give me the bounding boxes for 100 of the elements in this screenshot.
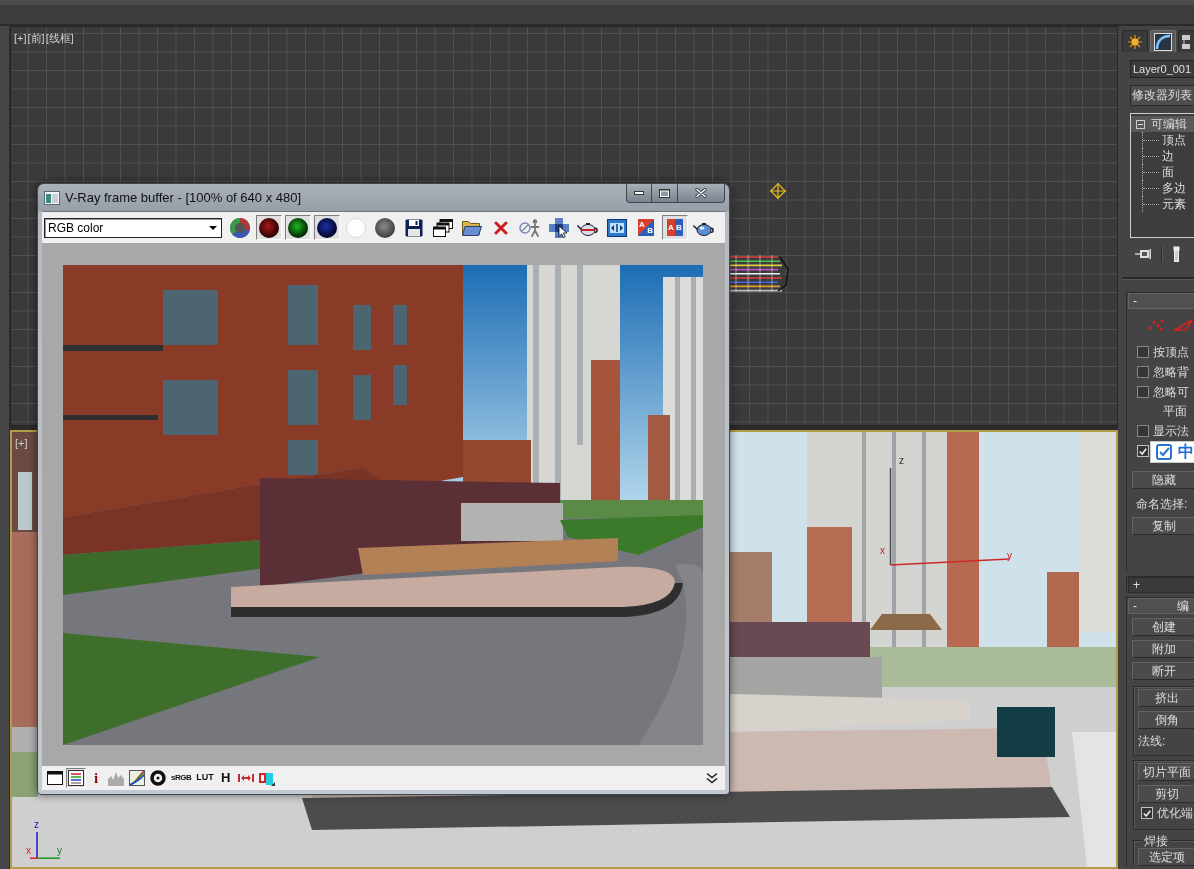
region-button[interactable] — [546, 215, 572, 240]
axis-tripod — [29, 831, 61, 860]
save-icon — [405, 218, 423, 237]
close-button[interactable] — [678, 184, 725, 203]
window-title: V-Ray frame buffer - [100% of 640 x 480] — [65, 188, 302, 207]
channel-button[interactable] — [372, 215, 398, 240]
modifier-stack-item[interactable]: 多边 — [1142, 180, 1194, 196]
viewport-menu-label[interactable]: [前] — [27, 32, 45, 45]
viewport-menu-label[interactable]: [+] — [15, 437, 28, 450]
checkbox[interactable] — [1137, 445, 1149, 457]
ime-language-label[interactable]: 中 — [1178, 443, 1194, 461]
hierarchy-icon — [1181, 33, 1191, 50]
command-button[interactable]: 倒角 — [1138, 711, 1194, 729]
double-chevron-icon — [706, 772, 718, 784]
channel-button[interactable] — [256, 215, 282, 240]
checkbox-label[interactable]: 优化端 — [1157, 805, 1193, 821]
info-button[interactable]: i — [87, 768, 105, 788]
modifier-list-dropdown[interactable]: 修改器列表 — [1130, 85, 1194, 106]
channel-button[interactable] — [314, 215, 340, 240]
sphere-icon — [288, 217, 308, 238]
color-space-button[interactable]: sRGB — [169, 768, 194, 788]
close-icon — [695, 188, 707, 198]
region-cursor-icon — [549, 217, 569, 238]
compare-button[interactable]: A B — [662, 215, 688, 240]
rollout-header[interactable]: - — [1128, 293, 1194, 309]
crosshair-icon — [770, 183, 786, 199]
command-button[interactable]: 复制 — [1132, 517, 1194, 535]
command-button[interactable]: 断开 — [1132, 662, 1194, 680]
minimize-button[interactable] — [626, 184, 652, 203]
pin-icon[interactable] — [1135, 248, 1151, 259]
history-button[interactable]: H — [216, 768, 235, 788]
curve-button[interactable] — [127, 768, 147, 788]
command-button[interactable]: 挤出 — [1138, 689, 1194, 707]
wireframe-object-drawing — [730, 255, 790, 292]
modifier-stack-item[interactable]: 面 — [1142, 164, 1194, 180]
curve-icon — [1154, 32, 1172, 51]
viewport-menu-label[interactable]: [线框] — [45, 32, 74, 45]
ime-mode-icon — [1156, 444, 1172, 460]
checkbox-label[interactable]: 忽略可 — [1153, 384, 1189, 400]
modifier-stack-item[interactable]: 可编辑 — [1131, 116, 1194, 132]
sphere-icon — [259, 217, 279, 238]
rollout-header[interactable]: - 编 — [1128, 598, 1194, 614]
field-label: 法线: — [1138, 733, 1167, 749]
command-button[interactable]: 附加 — [1132, 640, 1194, 658]
lut-button[interactable]: LUT — [194, 768, 216, 788]
caret-icon — [209, 225, 217, 230]
channel-button[interactable] — [285, 215, 311, 240]
command-button[interactable]: 隐藏 — [1132, 471, 1194, 489]
checkmark-icon — [1139, 447, 1147, 455]
field-label: 平面 — [1162, 403, 1188, 420]
command-tab[interactable] — [1150, 30, 1176, 52]
list-button[interactable] — [66, 768, 86, 788]
sun-icon — [1128, 34, 1142, 49]
command-button[interactable]: 切片平面 — [1138, 763, 1194, 781]
lawn-edge-drawing — [12, 727, 38, 797]
app-icon — [44, 190, 60, 205]
checkbox-label[interactable]: 忽略背 — [1153, 364, 1189, 380]
command-button[interactable]: 创建 — [1132, 618, 1194, 636]
command-button[interactable]: 剪切 — [1138, 785, 1194, 803]
curve-icon — [129, 770, 145, 786]
checkbox[interactable] — [1141, 807, 1153, 819]
ring-button[interactable] — [148, 768, 168, 788]
histogram-icon — [108, 770, 124, 786]
field-label: 命名选择: — [1135, 496, 1189, 512]
checkbox-label[interactable]: 显示法 — [1153, 423, 1189, 439]
axis-label: y — [1007, 550, 1012, 561]
vertex-dots-icon[interactable] — [1148, 319, 1164, 331]
window-button[interactable] — [45, 768, 65, 788]
collapse-icon[interactable] — [1136, 119, 1145, 129]
checkbox-label[interactable]: 按顶点 — [1153, 344, 1189, 360]
modifier-stack-item[interactable]: 顶点 — [1142, 132, 1194, 148]
command-tab[interactable] — [1178, 30, 1194, 52]
channel-button[interactable] — [227, 215, 253, 240]
channel-dropdown[interactable]: RGB color — [44, 217, 222, 238]
modifier-stack-item[interactable]: 元素 — [1142, 196, 1194, 212]
ring-icon — [150, 770, 166, 786]
modifier-stack-item[interactable]: 边 — [1142, 148, 1194, 164]
maximize-button[interactable] — [652, 184, 678, 203]
split-arrows-icon — [607, 218, 627, 237]
checkbox[interactable] — [1137, 346, 1149, 358]
checkmark-icon — [1143, 809, 1151, 817]
rollout-header[interactable]: + — [1128, 577, 1194, 593]
cylinder-icon[interactable] — [1173, 245, 1180, 262]
checkbox[interactable] — [1137, 425, 1149, 437]
ime-indicator[interactable]: 中 — [1150, 441, 1194, 463]
axis-label: z — [34, 819, 39, 830]
sphere-icon — [317, 217, 337, 238]
windows-icon — [433, 218, 453, 237]
cross-icon — [494, 220, 508, 235]
maximize-icon — [659, 188, 670, 198]
axis-label: x — [880, 545, 885, 556]
axis-label: y — [57, 845, 62, 856]
checkbox[interactable] — [1137, 366, 1149, 378]
axis-label: x — [26, 845, 31, 856]
checkbox[interactable] — [1137, 386, 1149, 398]
object-name-field[interactable]: Layer0_001 — [1130, 60, 1194, 78]
group-title: 焊接 — [1142, 834, 1170, 848]
viewport-menu-label[interactable]: [+] — [14, 32, 27, 45]
command-tab[interactable] — [1122, 30, 1148, 52]
command-button[interactable]: 选定项 — [1138, 848, 1194, 866]
